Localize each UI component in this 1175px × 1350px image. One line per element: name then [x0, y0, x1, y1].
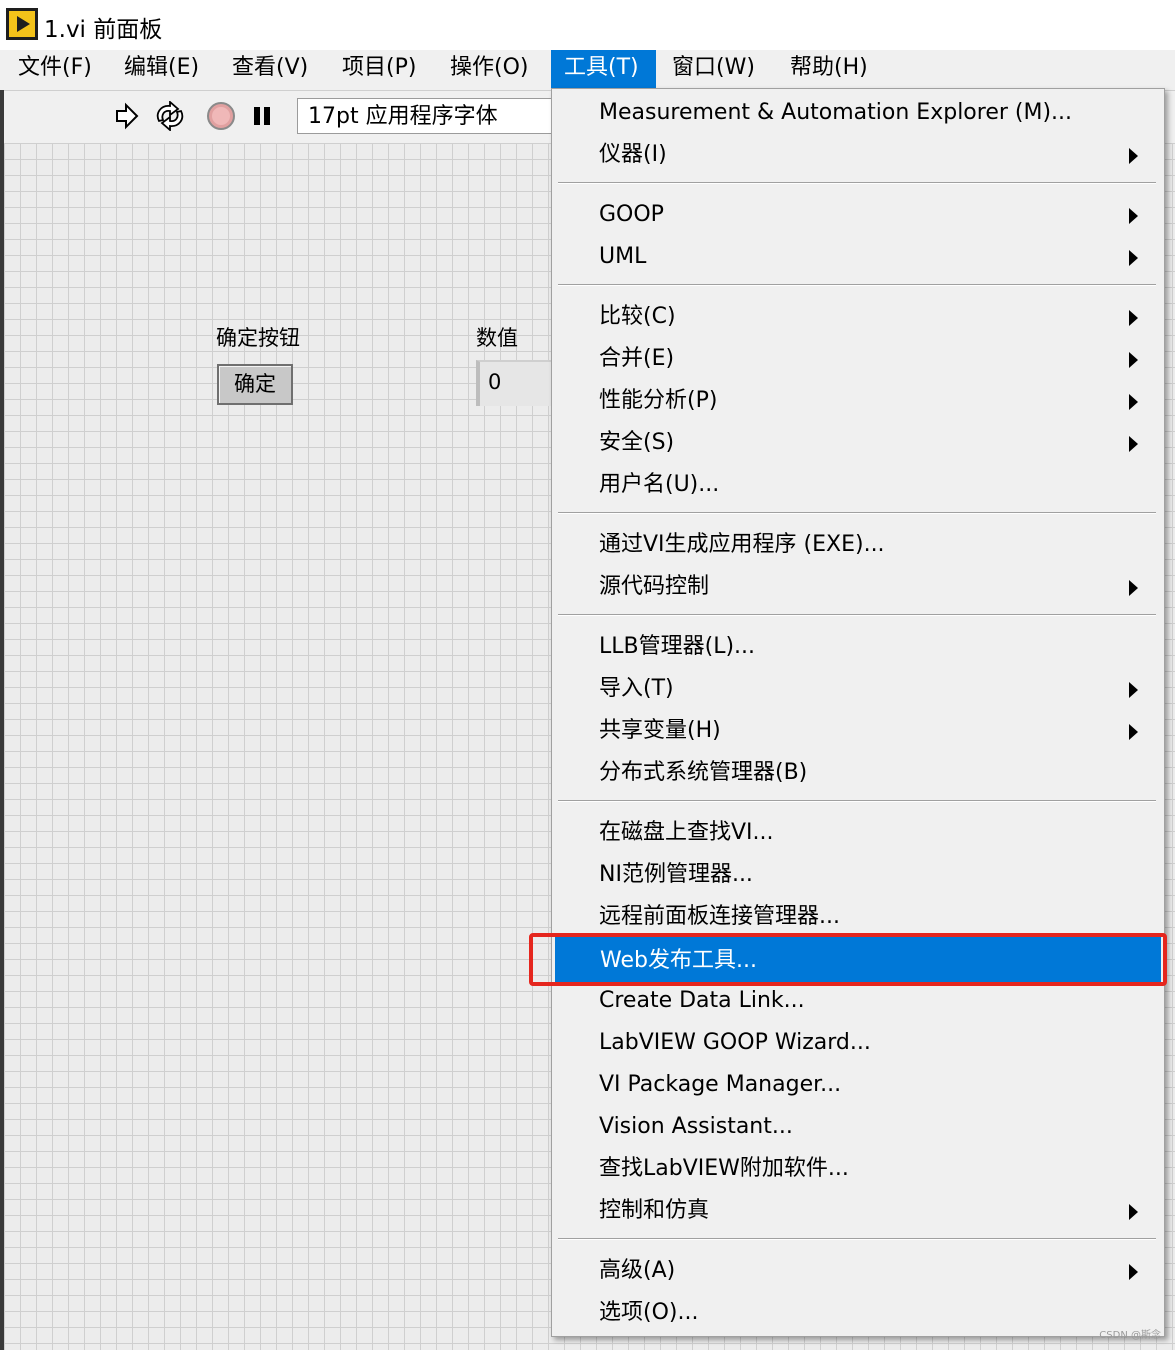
menu-item-instrument[interactable]: 仪器(I)	[554, 134, 1161, 176]
font-select[interactable]: 17pt 应用程序字体	[297, 98, 577, 134]
menu-item-compare[interactable]: 比较(C)	[554, 296, 1161, 338]
menu-item-merge[interactable]: 合并(E)	[554, 338, 1161, 380]
title-bar: 1.vi 前面板	[0, 0, 1175, 50]
menu-item-source-control[interactable]: 源代码控制	[554, 566, 1161, 608]
menu-separator	[558, 800, 1156, 802]
menu-operate[interactable]: 操作(O)	[437, 50, 541, 88]
numeric-control-label: 数值	[476, 326, 518, 350]
abort-icon[interactable]	[205, 101, 235, 131]
submenu-arrow-icon	[1129, 1204, 1138, 1220]
menu-item-security[interactable]: 安全(S)	[554, 422, 1161, 464]
menu-item-dsm[interactable]: 分布式系统管理器(B)	[554, 752, 1161, 794]
menu-window[interactable]: 窗口(W)	[659, 50, 768, 88]
menu-item-options[interactable]: 选项(O)...	[554, 1292, 1161, 1334]
window-title: 1.vi 前面板	[44, 17, 163, 43]
menu-separator	[558, 512, 1156, 514]
menu-item-vision-assistant[interactable]: Vision Assistant...	[554, 1106, 1161, 1148]
run-arrow-icon[interactable]	[111, 101, 141, 131]
menu-item-advanced[interactable]: 高级(A)	[554, 1250, 1161, 1292]
menu-item-control-simulation[interactable]: 控制和仿真	[554, 1190, 1161, 1232]
ok-button[interactable]: 确定	[217, 364, 293, 405]
menu-separator	[558, 1238, 1156, 1240]
menu-item-shared-variable[interactable]: 共享变量(H)	[554, 710, 1161, 752]
menu-item-goop-wizard[interactable]: LabVIEW GOOP Wizard...	[554, 1022, 1161, 1064]
menu-separator	[558, 614, 1156, 616]
menu-bar: 文件(F) 编辑(E) 查看(V) 项目(P) 操作(O) 工具(T) 窗口(W…	[0, 50, 1175, 90]
submenu-arrow-icon	[1129, 148, 1138, 164]
menu-item-build-exe[interactable]: 通过VI生成应用程序 (EXE)...	[554, 524, 1161, 566]
menu-edit[interactable]: 编辑(E)	[111, 50, 212, 88]
tools-dropdown-menu: Measurement & Automation Explorer (M)...…	[551, 88, 1165, 1337]
labview-vi-icon	[6, 8, 38, 40]
menu-file[interactable]: 文件(F)	[5, 50, 105, 88]
submenu-arrow-icon	[1129, 580, 1138, 596]
menu-item-find-vis[interactable]: 在磁盘上查找VI...	[554, 812, 1161, 854]
menu-help[interactable]: 帮助(H)	[777, 50, 881, 88]
menu-item-uml[interactable]: UML	[554, 236, 1161, 278]
menu-item-profile[interactable]: 性能分析(P)	[554, 380, 1161, 422]
menu-view[interactable]: 查看(V)	[219, 50, 321, 88]
menu-separator	[558, 182, 1156, 184]
numeric-field[interactable]: 0	[476, 360, 556, 406]
menu-item-import[interactable]: 导入(T)	[554, 668, 1161, 710]
menu-item-find-addons[interactable]: 查找LabVIEW附加软件...	[554, 1148, 1161, 1190]
submenu-arrow-icon	[1129, 436, 1138, 452]
run-continuously-icon[interactable]	[153, 100, 184, 132]
menu-separator	[558, 284, 1156, 286]
submenu-arrow-icon	[1129, 352, 1138, 368]
menu-item-username[interactable]: 用户名(U)...	[554, 464, 1161, 506]
submenu-arrow-icon	[1129, 724, 1138, 740]
submenu-arrow-icon	[1129, 310, 1138, 326]
menu-item-llb-manager[interactable]: LLB管理器(L)...	[554, 626, 1161, 668]
menu-item-vi-package-manager[interactable]: VI Package Manager...	[554, 1064, 1161, 1106]
pause-icon[interactable]	[250, 101, 280, 131]
menu-item-mae[interactable]: Measurement & Automation Explorer (M)...	[554, 92, 1161, 134]
submenu-arrow-icon	[1129, 250, 1138, 266]
submenu-arrow-icon	[1129, 208, 1138, 224]
menu-tools[interactable]: 工具(T)	[551, 50, 656, 88]
watermark: CSDN @斯念	[1099, 1330, 1161, 1341]
menu-item-create-data-link[interactable]: Create Data Link...	[554, 980, 1161, 1022]
menu-item-remote-panel[interactable]: 远程前面板连接管理器...	[554, 896, 1161, 938]
menu-item-goop[interactable]: GOOP	[554, 194, 1161, 236]
submenu-arrow-icon	[1129, 1264, 1138, 1280]
submenu-arrow-icon	[1129, 394, 1138, 410]
menu-item-example-finder[interactable]: NI范例管理器...	[554, 854, 1161, 896]
menu-item-web-publishing[interactable]: Web发布工具...	[555, 937, 1161, 985]
menu-project[interactable]: 项目(P)	[329, 50, 429, 88]
button-control-label: 确定按钮	[216, 326, 300, 350]
submenu-arrow-icon	[1129, 682, 1138, 698]
